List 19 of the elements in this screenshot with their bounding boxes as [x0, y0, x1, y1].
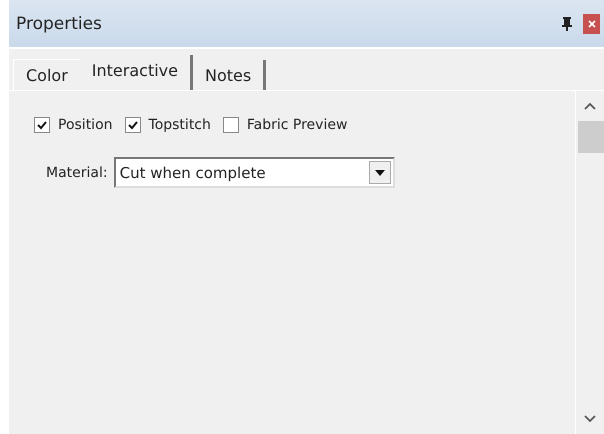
window-title: Properties: [16, 14, 103, 34]
pin-icon[interactable]: [561, 16, 573, 30]
scroll-down-icon[interactable]: [584, 415, 596, 423]
close-button[interactable]: [583, 14, 600, 34]
check-icon: [37, 120, 47, 130]
checkbox-label: Position: [58, 117, 113, 133]
checkbox-label: Fabric Preview: [246, 117, 348, 133]
scrollbar-thumb[interactable]: [578, 121, 604, 153]
check-icon: [128, 120, 138, 130]
caret-icon: [374, 170, 385, 176]
checkbox[interactable]: [34, 117, 50, 133]
checkbox-label: Topstitch: [148, 117, 211, 133]
material-dropdown[interactable]: Cut when complete: [114, 157, 395, 188]
material-label: Material:: [46, 164, 108, 180]
tab[interactable]: Color: [13, 59, 80, 90]
checkbox[interactable]: [222, 117, 239, 133]
close-icon: [588, 20, 596, 28]
scroll-up-icon[interactable]: [584, 102, 596, 110]
checkbox[interactable]: [124, 117, 141, 133]
